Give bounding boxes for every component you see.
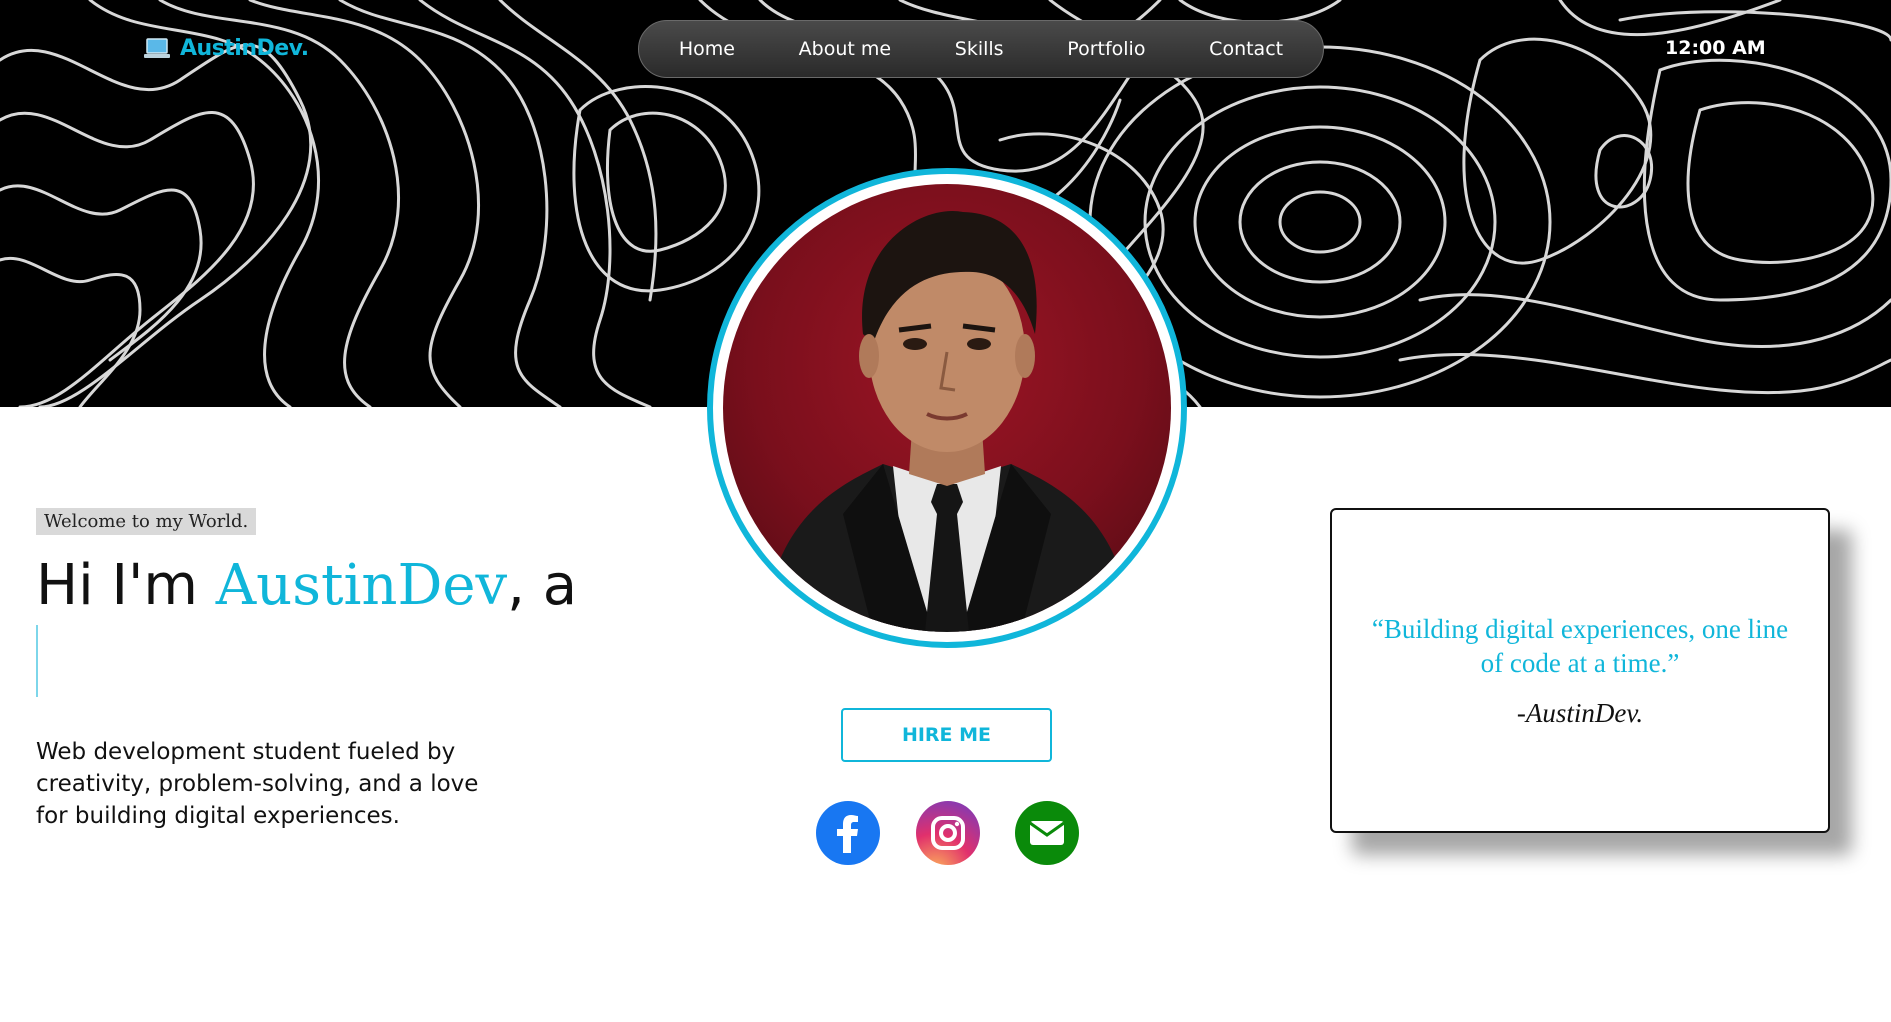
laptop-icon (144, 37, 170, 60)
avatar (723, 184, 1171, 632)
instagram-icon (931, 816, 965, 850)
email-link[interactable] (1015, 801, 1079, 865)
mail-icon (1029, 821, 1065, 845)
nav-about-me[interactable]: About me (785, 32, 905, 66)
brand-name: AustinDev. (180, 36, 309, 61)
nav-portfolio[interactable]: Portfolio (1053, 32, 1159, 66)
nav-home[interactable]: Home (665, 32, 749, 66)
instagram-link[interactable] (916, 801, 980, 865)
facebook-link[interactable] (816, 801, 880, 865)
brand-logo[interactable]: AustinDev. (144, 36, 309, 61)
bio-text: Web development student fueled by creati… (36, 739, 479, 829)
typing-cursor (36, 625, 38, 697)
facebook-icon (837, 815, 858, 853)
quote-author: -AustinDev. (1516, 698, 1644, 728)
profile-photo (763, 211, 1133, 632)
quote-text: “Building digital experiences, one line … (1371, 614, 1789, 678)
nav-contact[interactable]: Contact (1195, 32, 1297, 66)
hire-me-button[interactable]: HIRE ME (841, 708, 1052, 762)
greeting-prefix: Hi I'm (36, 553, 216, 618)
greeting-name: AustinDev (215, 553, 508, 618)
greeting-suffix: , a (507, 553, 578, 618)
greeting-heading: Hi I'm AustinDev, a (36, 553, 577, 618)
quote-card: “Building digital experiences, one line … (1330, 508, 1830, 833)
clock-display: 12:00 AM (1665, 37, 1766, 59)
welcome-tag: Welcome to my World. (36, 508, 257, 535)
main-navigation: Home About me Skills Portfolio Contact (638, 20, 1324, 78)
nav-skills[interactable]: Skills (941, 32, 1018, 66)
